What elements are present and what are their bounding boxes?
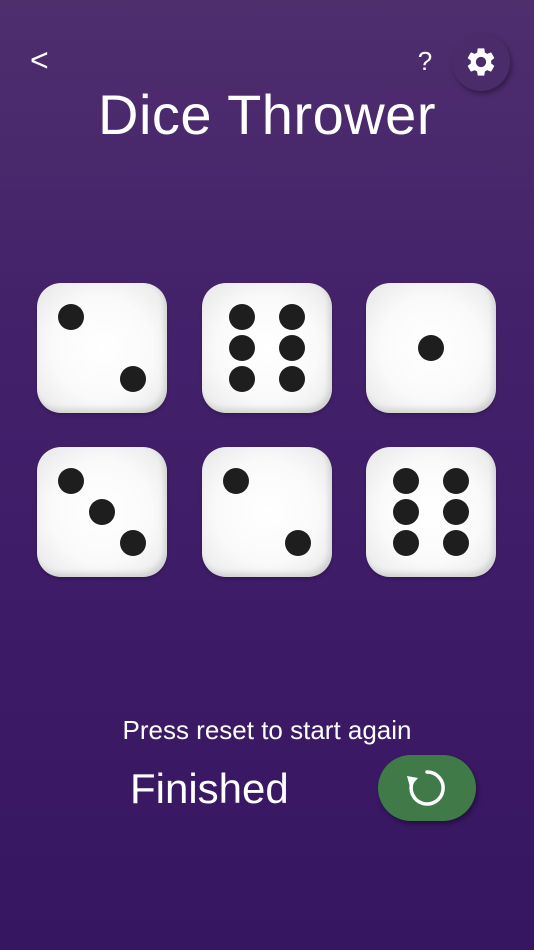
die-pip bbox=[278, 335, 305, 361]
die-pip bbox=[442, 530, 469, 557]
die-pip bbox=[222, 467, 249, 494]
die-pip bbox=[418, 335, 444, 361]
die-5[interactable] bbox=[202, 447, 332, 577]
die-pip bbox=[285, 530, 312, 557]
die-2[interactable] bbox=[202, 283, 332, 413]
gear-icon bbox=[467, 48, 495, 76]
help-button[interactable]: ? bbox=[410, 44, 440, 78]
back-button[interactable]: < bbox=[30, 40, 60, 80]
die-3[interactable] bbox=[366, 283, 496, 413]
page-title: Dice Thrower bbox=[98, 83, 436, 146]
die-pip bbox=[89, 499, 115, 525]
die-pip bbox=[229, 335, 256, 361]
die-pip bbox=[393, 530, 420, 557]
die-pip bbox=[120, 530, 147, 557]
die-pip bbox=[120, 366, 147, 393]
die-pip bbox=[57, 467, 84, 494]
status-message: Press reset to start again bbox=[122, 715, 412, 745]
die-pip bbox=[442, 499, 469, 525]
die-pip bbox=[442, 467, 469, 494]
die-4[interactable] bbox=[37, 447, 167, 577]
die-pip bbox=[229, 303, 256, 330]
die-6[interactable] bbox=[366, 447, 496, 577]
die-pip bbox=[278, 303, 305, 330]
die-pip bbox=[393, 499, 420, 525]
die-pip bbox=[57, 303, 84, 330]
die-pip bbox=[278, 366, 305, 393]
reset-icon bbox=[407, 770, 445, 806]
reset-button[interactable] bbox=[378, 755, 476, 821]
die-pip bbox=[229, 366, 256, 393]
die-1[interactable] bbox=[37, 283, 167, 413]
die-pip bbox=[393, 467, 420, 494]
game-status-label: Finished bbox=[130, 765, 289, 812]
